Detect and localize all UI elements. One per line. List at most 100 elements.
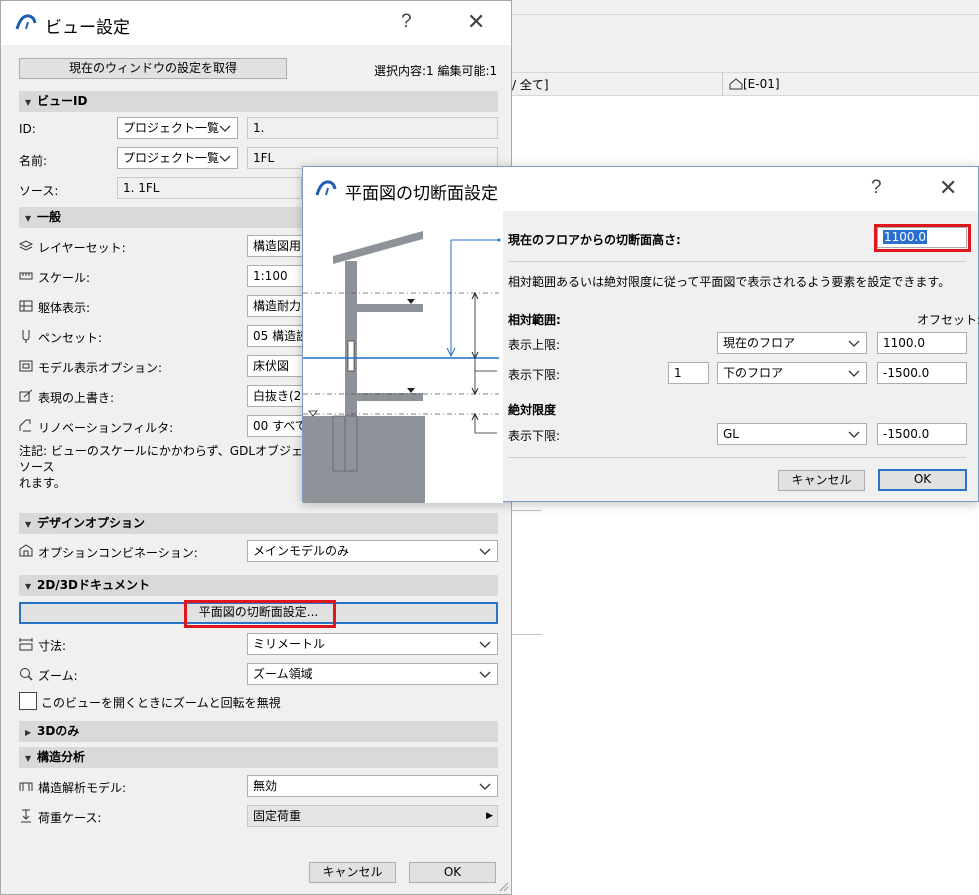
abs-lower-offset-input[interactable]: -1500.0 <box>877 423 967 445</box>
section-view-id[interactable]: ▼ ビューID <box>19 91 498 112</box>
background-table-header: / 全て] [E-01] <box>512 72 979 96</box>
cut-height-label: 現在のフロアからの切断面高さ: <box>508 233 681 247</box>
chevron-down-icon <box>848 340 860 347</box>
chevron-down-icon <box>848 370 860 377</box>
ok-button[interactable]: OK <box>878 469 967 491</box>
cancel-button[interactable]: キャンセル <box>309 862 396 883</box>
zoom-dropdown[interactable]: ズーム領域 <box>247 663 498 685</box>
upper-floor-dropdown[interactable]: 現在のフロア <box>717 332 867 354</box>
divider <box>508 457 966 458</box>
name-label: 名前: <box>19 154 48 168</box>
close-button[interactable]: ✕ <box>939 175 957 201</box>
chevron-down-icon <box>479 641 491 648</box>
resize-grip-icon[interactable] <box>497 880 509 892</box>
pen-set-dropdown[interactable]: 05 構造読 <box>247 325 303 347</box>
help-button[interactable]: ? <box>401 11 412 33</box>
chevron-down-icon: ▼ <box>25 754 32 763</box>
selection-status: 選択内容:1 編集可能:1 <box>374 64 498 78</box>
graphic-override-dropdown[interactable]: 白抜き(20 <box>247 385 303 407</box>
chevron-down-icon: ▼ <box>25 520 32 529</box>
layer-set-dropdown[interactable]: 構造図用 <box>247 235 303 257</box>
lower-offset-input[interactable]: -1500.0 <box>877 362 967 384</box>
description-text: 相対範囲あるいは絶対限度に従って平面図で表示されるよう要素を設定できます。 <box>508 275 951 289</box>
chevron-down-icon: ▼ <box>25 214 32 223</box>
upper-offset-input[interactable]: 1100.0 <box>877 332 967 354</box>
scale-dropdown[interactable]: 1:100 <box>247 265 303 287</box>
pen-icon <box>22 330 30 343</box>
id-label: ID: <box>19 122 36 136</box>
section-diagram <box>303 211 503 503</box>
cancel-button[interactable]: キャンセル <box>778 470 865 491</box>
zoom-label: ズーム: <box>38 669 78 683</box>
chevron-down-icon: ▼ <box>25 582 32 591</box>
title-bar: 平面図の切断面設定 ? ✕ <box>303 167 978 211</box>
section-2d3d-document[interactable]: ▼ 2D/3Dドキュメント <box>19 575 498 596</box>
dimension-icon <box>19 638 33 651</box>
section-3d-only[interactable]: ▶ 3Dのみ <box>19 721 498 742</box>
header-col-elevation[interactable]: [E-01] <box>722 73 780 95</box>
lower-limit-label: 表示下限: <box>508 368 561 382</box>
archicad-logo-icon <box>15 14 37 30</box>
option-combination-label: オプションコンビネーション: <box>38 546 198 560</box>
chevron-down-icon <box>479 783 491 790</box>
model-view-icon <box>19 360 33 372</box>
background-toolbar <box>512 0 979 72</box>
dimension-label: 寸法: <box>38 639 67 653</box>
renovation-filter-label: リノベーションフィルタ: <box>38 421 174 435</box>
ignore-zoom-checkbox[interactable] <box>19 692 37 710</box>
dimension-dropdown[interactable]: ミリメートル <box>247 633 498 655</box>
source-label: ソース: <box>19 184 59 198</box>
archicad-logo-icon <box>315 180 337 196</box>
option-combination-icon <box>19 544 33 557</box>
analysis-model-icon <box>19 782 33 791</box>
scale-label: スケール: <box>38 271 91 285</box>
analysis-model-label: 構造解析モデル: <box>38 781 127 795</box>
abs-lower-dropdown[interactable]: GL <box>717 423 867 445</box>
cut-plane-dialog: 平面図の切断面設定 ? ✕ 現在のフロアからの切断面高さ: 1100.0 相対範… <box>302 166 979 503</box>
title-bar: ビュー設定 ? ✕ <box>1 1 511 45</box>
structure-display-dropdown[interactable]: 構造耐力 <box>247 295 303 317</box>
ok-button[interactable]: OK <box>409 862 496 883</box>
header-col-all[interactable]: / 全て] <box>512 76 549 93</box>
chevron-down-icon <box>219 155 231 162</box>
dialog-title: ビュー設定 <box>45 18 130 38</box>
section-design-options[interactable]: ▼ デザインオプション <box>19 513 498 534</box>
highlight-box <box>874 224 971 252</box>
override-icon <box>19 389 33 402</box>
background-line <box>512 510 542 511</box>
divider <box>508 261 966 262</box>
highlight-box <box>184 600 336 628</box>
graphic-override-label: 表現の上書き: <box>38 391 115 405</box>
absolute-limit-heading: 絶対限度 <box>508 403 557 417</box>
load-case-label: 荷重ケース: <box>38 811 102 825</box>
name-source-dropdown[interactable]: プロジェクト一覧 <box>117 147 238 169</box>
analysis-model-dropdown[interactable]: 無効 <box>247 775 498 797</box>
help-button[interactable]: ? <box>871 177 882 199</box>
option-combination-dropdown[interactable]: メインモデルのみ <box>247 540 498 562</box>
load-case-popup[interactable]: 固定荷重 ▶ <box>247 805 498 827</box>
load-case-icon <box>21 809 31 823</box>
model-view-options-label: モデル表示オプション: <box>38 361 163 375</box>
abs-lower-limit-label: 表示下限: <box>508 429 561 443</box>
lower-floor-count-input[interactable]: 1 <box>668 362 709 384</box>
renovation-filter-dropdown[interactable]: 00 すべて <box>247 415 303 437</box>
id-source-dropdown[interactable]: プロジェクト一覧 <box>117 117 238 139</box>
structure-display-icon <box>19 300 33 312</box>
layers-icon <box>19 240 33 251</box>
renovation-filter-icon <box>19 419 31 432</box>
background-line <box>512 634 542 635</box>
id-input[interactable]: 1. <box>247 117 498 139</box>
section-structural-analysis[interactable]: ▼ 構造分析 <box>19 747 498 768</box>
ignore-zoom-label: このビューを開くときにズームと回転を無視 <box>41 696 281 710</box>
close-button[interactable]: ✕ <box>467 9 485 35</box>
chevron-down-icon <box>219 125 231 132</box>
lower-floor-dropdown[interactable]: 下のフロア <box>717 362 867 384</box>
dialog-title: 平面図の切断面設定 <box>345 184 498 204</box>
house-icon <box>729 78 743 90</box>
source-value: 1. 1FL <box>117 177 302 199</box>
chevron-down-icon <box>848 431 860 438</box>
get-current-settings-button[interactable]: 現在のウィンドウの設定を取得 <box>19 58 287 79</box>
relative-range-heading: 相対範囲: <box>508 313 561 327</box>
upper-limit-label: 表示上限: <box>508 338 561 352</box>
model-view-options-dropdown[interactable]: 床伏図 <box>247 355 303 377</box>
